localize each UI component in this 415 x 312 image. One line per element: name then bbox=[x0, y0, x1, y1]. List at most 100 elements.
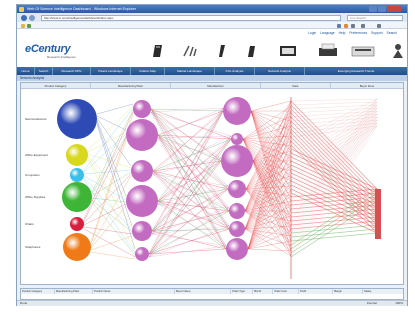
flow-link bbox=[96, 103, 134, 115]
browser-window: Web Of Science Intelligence Dashboard - … bbox=[16, 4, 408, 306]
close-button[interactable] bbox=[387, 6, 401, 12]
tab-network-analysis[interactable]: Network Analysis bbox=[255, 67, 305, 75]
forward-icon[interactable] bbox=[29, 14, 35, 21]
plant-node[interactable] bbox=[126, 185, 158, 217]
flow-link bbox=[150, 111, 229, 187]
maximize-button[interactable] bbox=[378, 6, 386, 12]
section-title: Network Analysis bbox=[17, 75, 407, 81]
category-label: Computers bbox=[25, 173, 40, 177]
tab-kol-analysis[interactable]: KOL Analysis bbox=[215, 67, 255, 75]
date-fan-links bbox=[242, 97, 378, 279]
plant-node[interactable] bbox=[131, 160, 153, 182]
home-icon[interactable] bbox=[337, 23, 341, 28]
flow-link bbox=[96, 119, 127, 197]
flow-link bbox=[148, 107, 224, 258]
language-link[interactable]: Language bbox=[320, 31, 335, 35]
network-chart-panel: Product Category Manufacturing Plant Man… bbox=[20, 82, 404, 285]
buyer-link bbox=[290, 98, 378, 102]
buyer-zone-bar[interactable] bbox=[375, 189, 381, 239]
tab-citation-map[interactable]: Citation Map bbox=[131, 67, 165, 75]
manufacturer-node[interactable] bbox=[229, 203, 245, 219]
category-label: Office Supplies bbox=[25, 195, 46, 199]
buyer-link bbox=[290, 196, 378, 254]
plant-node[interactable] bbox=[133, 100, 151, 118]
detail-column-header[interactable]: Buyer Name bbox=[175, 289, 231, 294]
page-menu-icon[interactable] bbox=[361, 23, 365, 28]
manufacturer-node[interactable] bbox=[228, 180, 246, 198]
date-link bbox=[242, 138, 292, 207]
chart-nodes bbox=[57, 97, 253, 261]
browser-logo-icon bbox=[19, 6, 24, 12]
tab-home[interactable]: Home bbox=[17, 67, 35, 75]
app-header: eCentury Research Intelligence Login Lan… bbox=[17, 29, 407, 67]
brand-logo[interactable]: eCentury bbox=[25, 43, 71, 55]
plant-node[interactable] bbox=[135, 247, 149, 261]
buyer-value-label: 1,095 bbox=[361, 196, 369, 200]
flow-links bbox=[83, 103, 232, 260]
buyer-link bbox=[290, 119, 378, 170]
detail-column-header[interactable]: Profit bbox=[299, 289, 333, 294]
tools-menu-icon[interactable] bbox=[377, 23, 381, 28]
buyer-link bbox=[290, 107, 378, 114]
detail-table: Product Category Manufacturing Plant Pro… bbox=[20, 288, 404, 300]
help-link[interactable]: Help bbox=[339, 31, 346, 35]
support-link[interactable]: Support bbox=[371, 31, 383, 35]
detail-column-header[interactable]: Product Category bbox=[21, 289, 55, 294]
detail-column-header[interactable]: Order Cost bbox=[273, 289, 299, 294]
detail-column-header[interactable]: Product Name bbox=[93, 289, 175, 294]
category-node[interactable] bbox=[66, 144, 88, 166]
feeds-icon[interactable] bbox=[344, 23, 348, 28]
tab-research-kpis[interactable]: Research KPIs bbox=[53, 67, 91, 75]
tab-patent-landscape[interactable]: Patent Landscape bbox=[91, 67, 131, 75]
detail-column-header[interactable]: Order Type bbox=[231, 289, 253, 294]
zoom-level[interactable]: 100% bbox=[395, 301, 403, 306]
url-input[interactable]: http://www.tc.com/intelligence/dashboard… bbox=[41, 14, 341, 21]
buyer-link bbox=[290, 101, 378, 106]
flow-link bbox=[157, 137, 222, 159]
plant-node[interactable] bbox=[126, 119, 158, 151]
monitor-icon[interactable] bbox=[279, 43, 297, 59]
manufacturer-node[interactable] bbox=[231, 133, 243, 145]
plant-node[interactable] bbox=[132, 221, 152, 241]
manufacturer-node[interactable] bbox=[226, 238, 248, 260]
detail-column-header[interactable]: Manufacturing Plant bbox=[55, 289, 93, 294]
search-link[interactable]: Search bbox=[387, 31, 397, 35]
category-node[interactable] bbox=[70, 168, 84, 182]
login-link[interactable]: Login bbox=[308, 31, 316, 35]
minimize-button[interactable] bbox=[369, 6, 377, 12]
tab-market-landscape[interactable]: Market Landscape bbox=[165, 67, 215, 75]
window-title: Web Of Science Intelligence Dashboard - … bbox=[27, 7, 136, 11]
category-node[interactable] bbox=[57, 99, 97, 139]
detail-column-header[interactable]: Margin bbox=[333, 289, 363, 294]
detail-column-header[interactable]: Status bbox=[363, 289, 403, 294]
phone-icon[interactable] bbox=[243, 43, 261, 59]
flow-link bbox=[91, 197, 127, 203]
manufacturer-node[interactable] bbox=[229, 221, 245, 237]
brand-tagline: Research Intelligence bbox=[47, 55, 76, 59]
document-icon[interactable] bbox=[149, 43, 167, 59]
back-icon[interactable] bbox=[21, 14, 27, 21]
category-label: Office Equipment bbox=[25, 153, 48, 157]
detail-column-header[interactable]: Month bbox=[253, 289, 273, 294]
category-node[interactable] bbox=[70, 217, 84, 231]
network-chart[interactable]: Semiconductors Office Equipment Computers O… bbox=[21, 89, 403, 284]
pen-icon[interactable] bbox=[213, 43, 231, 59]
flow-link bbox=[90, 235, 133, 251]
manufacturer-node[interactable] bbox=[223, 97, 251, 125]
category-node[interactable] bbox=[62, 182, 92, 212]
category-node[interactable] bbox=[63, 233, 91, 261]
add-favorites-icon[interactable] bbox=[27, 23, 31, 28]
person-icon[interactable] bbox=[389, 43, 407, 59]
scanner-icon[interactable] bbox=[351, 43, 375, 59]
tab-emerging-trends[interactable]: Emerging Research Trends bbox=[305, 67, 407, 75]
search-input[interactable]: Live Search bbox=[347, 14, 403, 21]
favorites-icon[interactable] bbox=[21, 23, 25, 28]
buyer-link bbox=[290, 116, 378, 246]
tools-icon[interactable] bbox=[181, 43, 199, 59]
tab-search[interactable]: Search bbox=[35, 67, 53, 75]
flow-link bbox=[83, 169, 132, 175]
manufacturer-node[interactable] bbox=[221, 145, 253, 177]
printer-icon[interactable] bbox=[317, 43, 339, 59]
preferences-link[interactable]: Preferences bbox=[349, 31, 367, 35]
print-icon[interactable] bbox=[351, 23, 355, 28]
